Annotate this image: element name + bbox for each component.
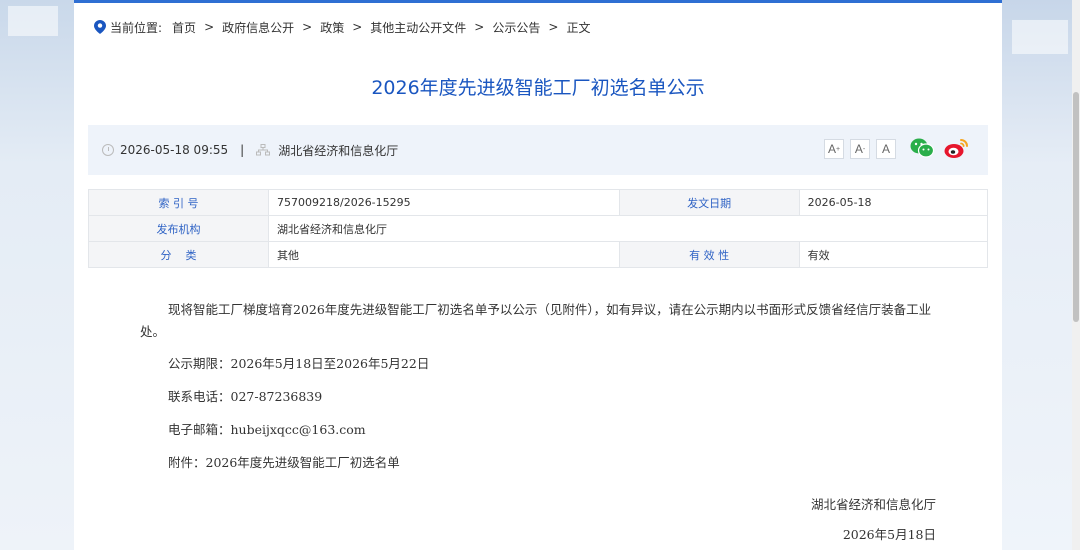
breadcrumb-current: 正文 [566,20,591,35]
signature-org: 湖北省经济和信息化厅 [810,497,936,512]
weibo-icon[interactable] [944,137,970,159]
font-increase-button[interactable]: A + [824,139,844,159]
breadcrumb: 当前位置: 首页 > 政府信息公开 > 政策 > 其他主动公开文件 > 公示公告… [94,17,590,37]
article-page: 当前位置: 首页 > 政府信息公开 > 政策 > 其他主动公开文件 > 公示公告… [74,0,1002,550]
wechat-icon[interactable] [910,137,934,159]
issue-date-label: 发文日期 [618,189,800,216]
clock-icon [102,144,114,156]
announcement-period: 公示期限：2026年5月18日至2026年5月22日 [168,356,430,371]
page-scrollbar[interactable] [1072,0,1080,550]
publisher-name: 湖北省经济和信息化厅 [278,143,399,158]
table-row: 分 类 其他 有 效 性 有效 [88,241,989,268]
breadcrumb-separator: > [474,20,485,34]
share-buttons [910,137,970,159]
publisher-label: 发布机构 [88,215,269,242]
issue-date-value: 2026-05-18 [798,189,989,216]
background-right [1002,0,1080,550]
breadcrumb-separator: > [548,20,559,34]
font-size-controls: A + A- A [824,139,896,159]
category-value: 其他 [268,241,620,268]
breadcrumb-policy[interactable]: 政策 [320,19,344,36]
index-number-value: 757009218/2026-15295 [268,189,620,216]
publish-datetime: 2026-05-18 09:55 [120,143,229,157]
table-row: 发布机构 湖北省经济和信息化厅 [88,215,988,242]
meta-divider: | [240,143,245,157]
background-building-shape [1012,20,1068,54]
attachment-link[interactable]: 附件：2026年度先进级智能工厂初选名单 [140,452,940,474]
breadcrumb-announcements[interactable]: 公示公告 [492,19,540,36]
article-meta-bar: 2026-05-18 09:55 | 湖北省经济和信息化厅 A + A- A [88,125,988,175]
location-pin-icon [94,20,106,34]
font-decrease-button[interactable]: A- [850,139,870,159]
breadcrumb-separator: > [352,20,363,34]
page-title: 2026年度先进级智能工厂初选名单公示 [371,77,705,99]
contact-email: 电子邮箱：hubeijxqcc@163.com [168,422,366,437]
breadcrumb-separator: > [302,20,313,34]
validity-value: 有效 [798,241,989,268]
index-number-label: 索 引 号 [88,189,269,216]
breadcrumb-label: 当前位置: [110,20,163,35]
validity-label: 有 效 性 [618,241,800,268]
organization-icon [256,144,271,156]
table-row: 索 引 号 757009218/2026-15295 发文日期 2026-05-… [88,189,989,216]
breadcrumb-gov-info[interactable]: 政府信息公开 [222,19,294,36]
body-paragraph: 现将智能工厂梯度培育2026年度先进级智能工厂初选名单予以公示（见附件），如有异… [140,302,932,339]
contact-phone: 联系电话：027-87236839 [168,389,323,404]
background-building-shape [8,6,58,36]
signature-date: 2026年5月18日 [842,527,936,542]
breadcrumb-home[interactable]: 首页 [172,19,196,36]
background-left [0,0,74,550]
scrollbar-thumb[interactable] [1073,92,1079,322]
article-body: 现将智能工厂梯度培育2026年度先进级智能工厂初选名单予以公示（见附件），如有异… [140,299,940,485]
signature-block: 湖北省经济和信息化厅 2026年5月18日 [811,490,936,550]
document-info-table: 索 引 号 757009218/2026-15295 发文日期 2026-05-… [88,189,989,268]
breadcrumb-other-files[interactable]: 其他主动公开文件 [370,19,466,36]
category-label: 分 类 [88,241,269,268]
breadcrumb-separator: > [204,20,215,34]
publisher-value: 湖北省经济和信息化厅 [268,215,988,242]
font-reset-button[interactable]: A [876,139,896,159]
